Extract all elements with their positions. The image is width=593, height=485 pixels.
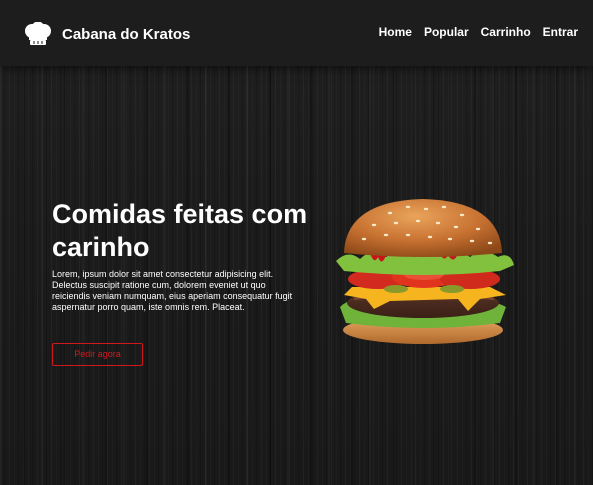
nav-link-carrinho[interactable]: Carrinho: [481, 25, 531, 39]
nav-link-entrar[interactable]: Entrar: [543, 25, 578, 39]
nav-menu: Home Popular Carrinho Entrar: [379, 25, 578, 39]
brand-logo[interactable]: Cabana do Kratos: [23, 21, 190, 47]
nav-link-popular[interactable]: Popular: [424, 25, 469, 39]
hero-description: Lorem, ipsum dolor sit amet consectetur …: [52, 269, 293, 312]
hamburger-image: [336, 199, 514, 344]
chef-hat-icon: [23, 22, 53, 46]
brand-name: Cabana do Kratos: [62, 25, 191, 43]
hero-title: Comidas feitas com carinho: [52, 199, 308, 262]
navbar: Cabana do Kratos Home Popular Carrinho E…: [0, 0, 593, 66]
nav-link-home[interactable]: Home: [379, 25, 412, 39]
order-now-button[interactable]: Pedir agora: [52, 343, 143, 366]
